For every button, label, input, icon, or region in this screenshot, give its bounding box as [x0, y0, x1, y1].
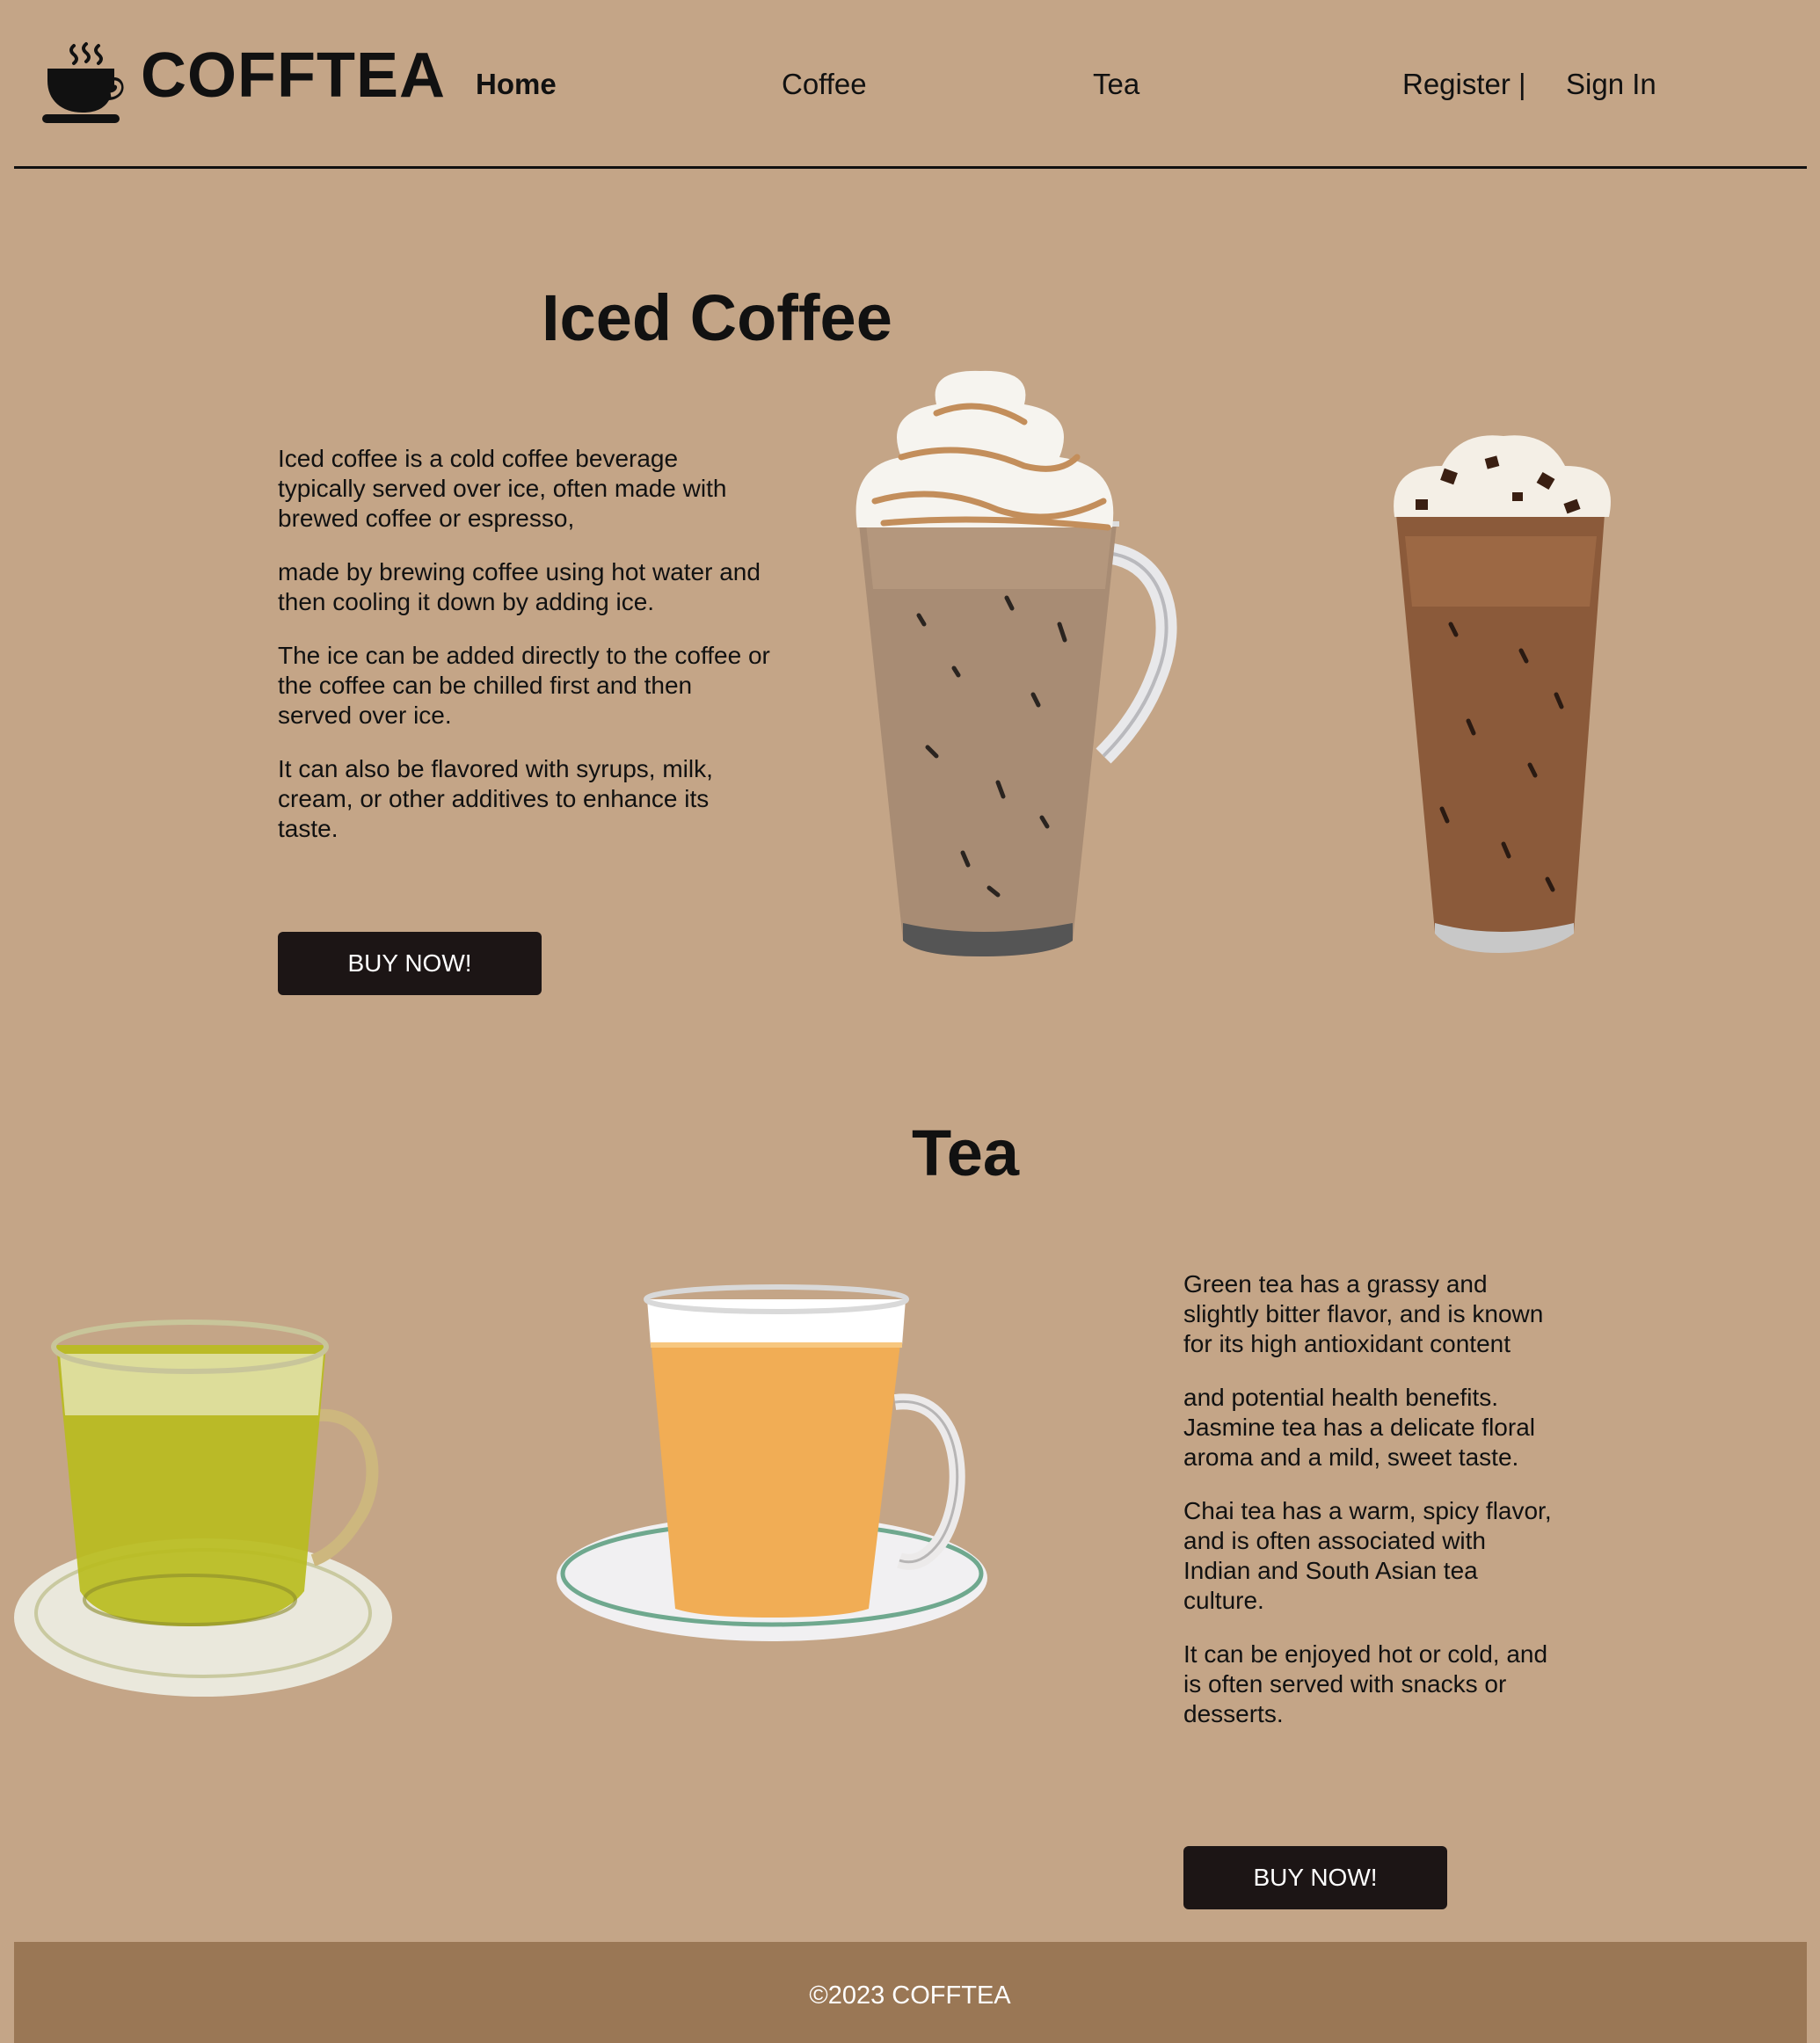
nav-signin-link[interactable]: Sign In	[1566, 69, 1656, 98]
header-divider	[14, 166, 1807, 169]
nav-coffee-link[interactable]: Coffee	[782, 69, 867, 98]
nav-home-link[interactable]: Home	[476, 69, 557, 98]
tea-paragraph: Green tea has a grassy and slightly bitt…	[1183, 1270, 1544, 1357]
coffee-cup-logo-icon	[42, 42, 124, 123]
iced-coffee-description: Iced coffee is a cold coffee beverage ty…	[278, 444, 770, 868]
coffee-paragraph: The ice can be added directly to the cof…	[278, 642, 770, 729]
tea-buy-now-button[interactable]: BUY NOW!	[1183, 1846, 1447, 1909]
brand-name[interactable]: COFFTEA	[141, 44, 446, 107]
footer-copyright: ©2023 COFFTEA	[809, 1981, 1011, 2010]
coffee-buy-now-button[interactable]: BUY NOW!	[278, 932, 542, 995]
iced-coffee-mug-image	[855, 370, 1177, 956]
coffee-paragraph: Iced coffee is a cold coffee beverage ty…	[278, 445, 727, 532]
tea-paragraph: Chai tea has a warm, spicy flavor, and i…	[1183, 1497, 1552, 1614]
nav-register-link[interactable]: Register |	[1402, 69, 1526, 98]
coffee-paragraph: It can also be flavored with syrups, mil…	[278, 755, 713, 842]
nav-tea-link[interactable]: Tea	[1093, 69, 1139, 98]
tea-description: Green tea has a grassy and slightly bitt…	[1183, 1269, 1553, 1753]
coffee-paragraph: made by brewing coffee using hot water a…	[278, 558, 761, 615]
chai-tea-cup-image	[557, 1284, 987, 1641]
iced-mocha-glass-image	[1394, 435, 1611, 953]
tea-heading: Tea	[912, 1116, 1020, 1189]
tea-paragraph: It can be enjoyed hot or cold, and is of…	[1183, 1640, 1548, 1727]
iced-coffee-heading: Iced Coffee	[542, 281, 892, 354]
green-tea-cup-image	[14, 1320, 392, 1697]
tea-paragraph: and potential health benefits. Jasmine t…	[1183, 1384, 1535, 1471]
